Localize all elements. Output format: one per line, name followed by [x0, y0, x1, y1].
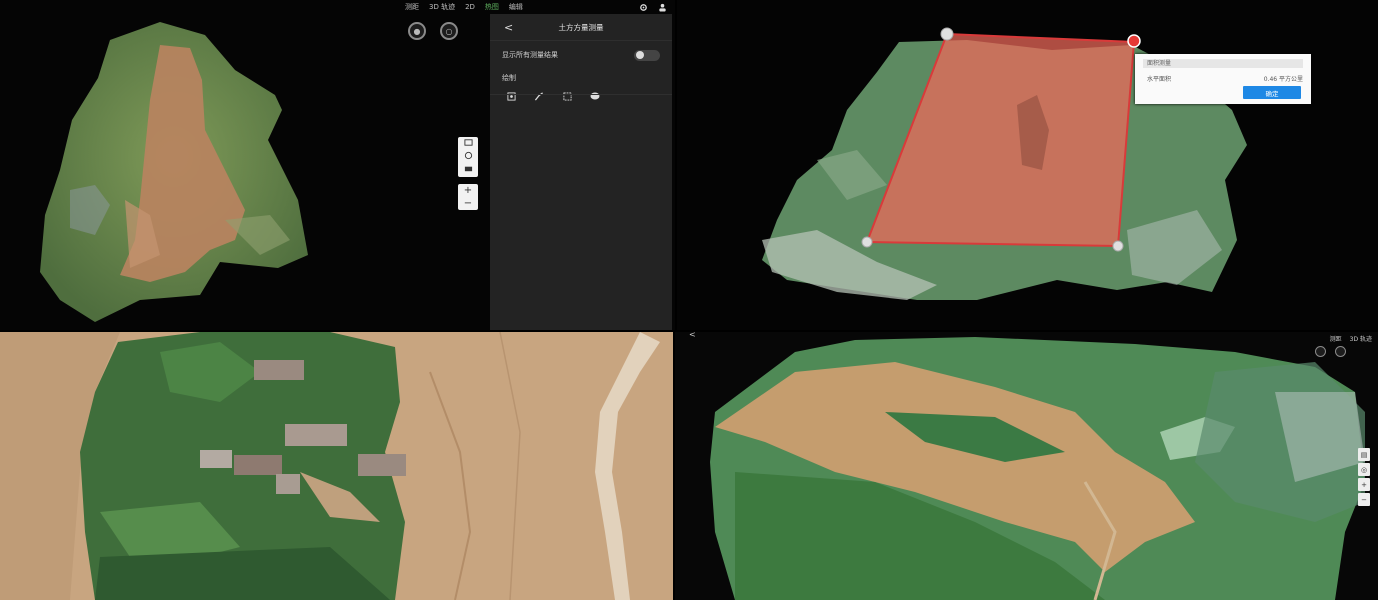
- layers-icon[interactable]: [463, 138, 473, 150]
- capture-icon: ○: [445, 26, 453, 36]
- layers-icon[interactable]: ▤: [1358, 448, 1370, 461]
- top-toolbar: 测距 3D 轨迹 2D 热图 编辑: [405, 0, 523, 14]
- toggle-label: 显示所有测量结果: [502, 51, 558, 59]
- popup-label: 水平面积: [1147, 76, 1172, 83]
- point-icon[interactable]: [506, 91, 516, 101]
- building: [285, 424, 347, 446]
- back-button[interactable]: <: [689, 332, 696, 339]
- viewer-zoomed-detail[interactable]: [0, 332, 673, 600]
- show-all-row: 显示所有测量结果: [490, 45, 672, 65]
- viewer-area-measurement[interactable]: [677, 0, 1378, 330]
- panel-divider: [490, 94, 672, 95]
- toolbar-item-3d[interactable]: 3D 轨迹: [429, 2, 455, 12]
- zoom-in-icon[interactable]: +: [1358, 478, 1370, 491]
- show-all-toggle[interactable]: [634, 49, 660, 61]
- line-icon[interactable]: [534, 91, 544, 101]
- section-label: 绘制: [502, 74, 516, 82]
- draw-section: 绘制: [490, 71, 672, 85]
- orthomosaic-map[interactable]: [677, 0, 1378, 330]
- vertex-handle-1: [940, 27, 954, 41]
- popup-header: 面积测量: [1143, 59, 1303, 68]
- vertex-handle-2: [1127, 34, 1141, 48]
- 3d-model-view[interactable]: [675, 332, 1378, 600]
- orthophoto-detail[interactable]: [0, 332, 673, 600]
- toolbar-item-measure[interactable]: 测距: [1330, 334, 1342, 343]
- toolbar-item-measure[interactable]: 测距: [405, 2, 419, 12]
- viewer-3d-model[interactable]: 测距 3D 轨迹 <: [675, 332, 1378, 600]
- popup-row: 水平面积 0.46 平方公里: [1147, 74, 1303, 83]
- building: [254, 360, 304, 380]
- zoom-controls: + −: [458, 184, 478, 210]
- toolbar-item-3d[interactable]: 3D 轨迹: [1350, 334, 1372, 343]
- compass-icon[interactable]: ◎: [1358, 463, 1370, 476]
- settings-icon[interactable]: [639, 3, 648, 12]
- zoom-out-icon[interactable]: −: [464, 198, 472, 209]
- back-button[interactable]: <: [504, 21, 513, 34]
- q4-side-controls: ▤ ◎ + −: [1358, 448, 1370, 506]
- measurement-panel: < 土方方量测量 显示所有测量结果 绘制: [490, 14, 672, 330]
- area-icon[interactable]: [562, 91, 572, 101]
- building: [358, 454, 406, 476]
- confirm-button[interactable]: 确定: [1243, 86, 1301, 99]
- area-result-popup: 面积测量 水平面积 0.46 平方公里 确定: [1135, 54, 1311, 104]
- building: [200, 450, 232, 468]
- volume-icon[interactable]: [590, 91, 600, 101]
- q4-toolbar: 测距 3D 轨迹: [1330, 334, 1372, 343]
- popup-value: 0.46 平方公里: [1263, 76, 1303, 83]
- building: [276, 474, 300, 494]
- vertex-handle-3: [1112, 240, 1124, 252]
- capture-button[interactable]: [1335, 346, 1346, 357]
- viewer-landslide-overview[interactable]: 测距 3D 轨迹 2D 热图 编辑 ● ○ < 土方方量测量 显示所有测量结果 …: [0, 0, 675, 330]
- compass-icon[interactable]: [464, 151, 473, 163]
- camera-icon[interactable]: [464, 164, 473, 176]
- record-button[interactable]: [1315, 346, 1326, 357]
- capture-button[interactable]: ○: [440, 22, 458, 40]
- toolbar-item-2d[interactable]: 2D: [465, 3, 475, 11]
- panel-title: 土方方量测量: [558, 22, 604, 32]
- zoom-in-icon[interactable]: +: [464, 185, 472, 196]
- record-button[interactable]: ●: [408, 22, 426, 40]
- map-tool-group: [458, 137, 478, 177]
- user-icon[interactable]: [658, 3, 667, 12]
- record-icon: ●: [413, 26, 421, 36]
- toolbar-item-heatmap[interactable]: 热图: [485, 2, 499, 12]
- toolbar-item-edit[interactable]: 编辑: [509, 2, 523, 12]
- vertex-handle-4: [861, 236, 873, 248]
- zoom-out-icon[interactable]: −: [1358, 493, 1370, 506]
- building: [234, 455, 282, 475]
- panel-header: < 土方方量测量: [490, 14, 672, 41]
- draw-tools: [490, 91, 672, 101]
- top-right-icons: [639, 0, 667, 14]
